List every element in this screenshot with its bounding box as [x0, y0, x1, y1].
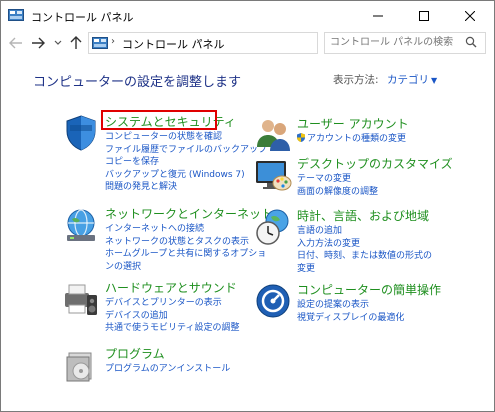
- link-change-input-methods[interactable]: 入力方法の変更: [297, 238, 432, 251]
- clock-globe-icon: [256, 209, 289, 245]
- address-bar[interactable]: › コントロール パネル ›: [88, 32, 399, 54]
- printer-speaker-icon: [65, 284, 97, 315]
- link-connect-internet[interactable]: インターネットへの接続: [105, 223, 266, 236]
- category-links: テーマの変更 画面の解像度の調整: [297, 173, 378, 198]
- view-by-label: 表示方法:: [333, 74, 379, 86]
- search-icon[interactable]: [465, 36, 477, 48]
- link-find-fix-problems[interactable]: 問題の発見と解決: [105, 181, 267, 194]
- link-add-language[interactable]: 言語の追加: [297, 225, 432, 238]
- link-homegroup-sharing-options[interactable]: ホームグループと共有に関するオプショ: [105, 248, 266, 261]
- breadcrumb-separator[interactable]: ›: [111, 36, 115, 47]
- arrow-left-icon: [9, 37, 22, 49]
- link-change-theme[interactable]: テーマの変更: [297, 173, 378, 186]
- breadcrumb-separator[interactable]: ›: [196, 36, 200, 47]
- category-links: 設定の提案の表示 視覚ディスプレイの最適化: [297, 299, 404, 324]
- monitor-palette-icon: [256, 161, 292, 191]
- link-change-account-type[interactable]: アカウントの種類の変更: [297, 133, 406, 146]
- link-text[interactable]: アカウントの種類の変更: [307, 134, 406, 144]
- link-view-devices-printers[interactable]: デバイスとプリンターの表示: [105, 297, 239, 310]
- category-title-ease-of-access[interactable]: コンピューターの簡単操作: [297, 281, 441, 298]
- category-links: 言語の追加 入力方法の変更 日付、時刻、または数値の形式の 変更: [297, 225, 432, 275]
- control-panel-icon: [8, 9, 24, 21]
- view-by-value[interactable]: カテゴリ: [387, 74, 429, 86]
- uac-shield-icon: [297, 133, 305, 142]
- control-panel-icon: [92, 37, 108, 49]
- category-title-user-accounts[interactable]: ユーザー アカウント: [297, 115, 409, 132]
- users-icon: [257, 120, 290, 151]
- title-bar: コントロール パネル: [1, 1, 494, 31]
- link-check-computer-status[interactable]: コンピューターの状態を確認: [105, 131, 267, 144]
- recent-locations-button[interactable]: [49, 34, 67, 52]
- main-content: コンピューターの設定を調整します 表示方法: カテゴリ ▼ システムとセキュリティ…: [1, 59, 494, 411]
- arrow-right-icon: [32, 37, 45, 49]
- category-title-clock-language-region[interactable]: 時計、言語、および地域: [297, 207, 429, 224]
- maximize-button[interactable]: [401, 1, 447, 31]
- category-title-network-internet[interactable]: ネットワークとインターネット: [105, 205, 273, 222]
- category-links: アカウントの種類の変更: [297, 133, 406, 146]
- maximize-icon: [419, 11, 429, 21]
- minimize-icon: [373, 15, 383, 17]
- control-panel-window: コントロール パネル › コントロール パネル › コントロール パネルの検索 …: [0, 0, 495, 412]
- link-network-status-tasks[interactable]: ネットワークの状態とタスクの表示: [105, 236, 266, 249]
- category-links: デバイスとプリンターの表示 デバイスの追加 共通で使うモビリティ設定の調整: [105, 297, 239, 335]
- category-links: コンピューターの状態を確認 ファイル履歴でファイルのバックアップ コピーを保存 …: [105, 131, 267, 194]
- up-button[interactable]: [67, 34, 85, 52]
- ease-of-access-icon: [256, 284, 290, 318]
- category-title-programs[interactable]: プログラム: [105, 345, 165, 362]
- category-links: インターネットへの接続 ネットワークの状態とタスクの表示 ホームグループと共有に…: [105, 223, 266, 273]
- search-input[interactable]: [330, 34, 460, 50]
- programs-disc-icon: [66, 352, 92, 382]
- chevron-down-icon: [54, 40, 62, 45]
- category-title-appearance-personalization[interactable]: デスクトップのカスタマイズ: [297, 155, 453, 172]
- view-by-dropdown[interactable]: カテゴリ ▼: [387, 72, 437, 87]
- link-optimize-visual-display[interactable]: 視覚ディスプレイの最適化: [297, 312, 404, 325]
- link-let-windows-suggest-settings[interactable]: 設定の提案の表示: [297, 299, 404, 312]
- breadcrumb-control-panel[interactable]: コントロール パネル: [122, 36, 225, 52]
- page-title: コンピューターの設定を調整します: [33, 75, 242, 90]
- category-links: プログラムのアンインストール: [105, 363, 230, 376]
- back-button[interactable]: [7, 34, 25, 52]
- network-globe-icon: [67, 209, 95, 241]
- link-uninstall-program[interactable]: プログラムのアンインストール: [105, 363, 230, 376]
- caret-down-icon: ▼: [431, 76, 438, 85]
- window-title: コントロール パネル: [31, 11, 134, 24]
- link-add-device[interactable]: デバイスの追加: [105, 310, 239, 323]
- link-file-history-backup[interactable]: ファイル履歴でファイルのバックアップ: [105, 144, 267, 157]
- close-button[interactable]: [447, 1, 493, 31]
- arrow-up-icon: [70, 36, 82, 49]
- close-icon: [465, 11, 475, 21]
- forward-button[interactable]: [29, 34, 47, 52]
- link-change-date-time-number-formats[interactable]: 日付、時刻、または数値の形式の: [297, 250, 432, 263]
- category-title-hardware-sound[interactable]: ハードウェアとサウンド: [105, 279, 237, 296]
- link-adjust-mobility-settings[interactable]: 共通で使うモビリティ設定の調整: [105, 322, 239, 335]
- link-adjust-screen-resolution[interactable]: 画面の解像度の調整: [297, 186, 378, 199]
- link-save-copy[interactable]: コピーを保存: [105, 156, 267, 169]
- search-box[interactable]: [324, 32, 486, 54]
- shield-icon: [66, 115, 96, 151]
- link-backup-restore-win7[interactable]: バックアップと復元 (Windows 7): [105, 169, 267, 182]
- link-homegroup-sharing-options-cont[interactable]: ンの選択: [105, 261, 266, 274]
- link-change-date-time-number-formats-cont[interactable]: 変更: [297, 263, 432, 276]
- highlight-box: [101, 110, 217, 130]
- navigation-bar: › コントロール パネル ›: [1, 31, 494, 57]
- minimize-button[interactable]: [355, 1, 401, 31]
